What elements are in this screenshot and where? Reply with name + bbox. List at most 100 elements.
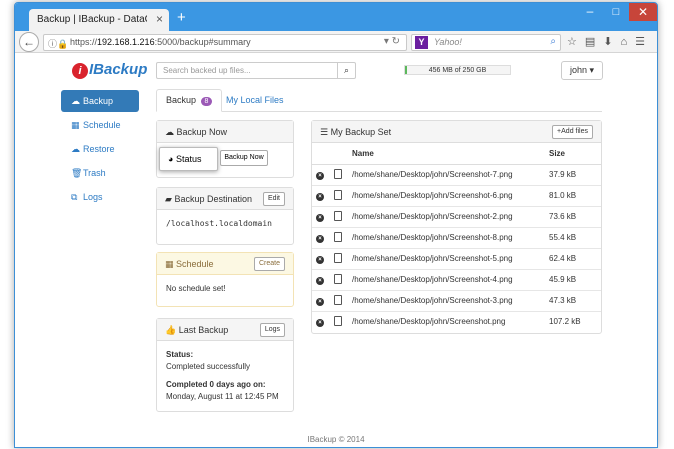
- tab-backup-label: Backup: [166, 95, 197, 105]
- remove-file-icon[interactable]: ×: [316, 255, 324, 264]
- file-size: 107.2 kB: [549, 317, 581, 327]
- minimize-button[interactable]: –: [577, 3, 603, 21]
- tab-backup[interactable]: Backup 8: [156, 89, 223, 112]
- url-prefix: https://: [70, 37, 98, 47]
- file-name: /home/shane/Desktop/john/Screenshot-4.pn…: [348, 269, 545, 291]
- file-size: 55.4 kB: [545, 227, 601, 249]
- user-name: john: [569, 65, 587, 75]
- reload-icon[interactable]: ▾ ↻: [384, 36, 400, 47]
- calendar-icon: ▦: [165, 259, 174, 269]
- new-tab-button[interactable]: +: [177, 10, 186, 25]
- sidebar-item-backup[interactable]: ☁ Backup: [61, 90, 139, 112]
- destination-value: /localhost.localdomain: [166, 219, 272, 228]
- remove-file-icon[interactable]: ×: [316, 213, 324, 222]
- page-content: i IBackup Search backed up files... ⌕ 456…: [15, 54, 657, 447]
- ibackup-logo[interactable]: i IBackup: [72, 61, 147, 79]
- status-value: Completed successfully: [166, 362, 251, 371]
- file-icon: [334, 273, 342, 284]
- cloud-upload-icon: ☁: [71, 96, 80, 106]
- backup-now-button[interactable]: Backup Now: [220, 150, 268, 166]
- table-row: × /home/shane/Desktop/john/Screenshot-4.p…: [312, 269, 601, 291]
- download-icon[interactable]: ⬇: [603, 36, 620, 48]
- create-schedule-button[interactable]: Create: [253, 257, 285, 271]
- remove-file-icon[interactable]: ×: [316, 297, 324, 306]
- tab-my-local-files[interactable]: My Local Files: [226, 89, 284, 112]
- file-name: /home/shane/Desktop/john/Screenshot-8.pn…: [348, 227, 545, 249]
- content-tabs: Backup 8 My Local Files: [156, 89, 602, 112]
- file-search-input[interactable]: Search backed up files...: [156, 62, 338, 79]
- backup-count-badge: 8: [200, 97, 213, 106]
- magnifier-icon: ⌕: [343, 65, 350, 75]
- file-search-button[interactable]: ⌕: [337, 62, 356, 79]
- browser-search-bar[interactable]: Y Yahoo! ⌕: [411, 34, 561, 51]
- file-rows: × /home/shane/Desktop/john/Screenshot-7.p…: [312, 164, 601, 332]
- storage-label: 456 MB of 250 GB: [428, 67, 487, 74]
- browser-tab-title: Backup | IBackup - DataCenter ...: [37, 14, 147, 25]
- footer-copyright: IBackup © 2014: [307, 435, 365, 444]
- sidebar: ☁ Backup ▦ Schedule ☁ Restore 🗑Trash ⧉ Logs: [61, 90, 139, 210]
- menu-icon[interactable]: ☰: [635, 36, 653, 48]
- backup-destination-title: Backup Destination: [174, 194, 252, 204]
- maximize-button[interactable]: □: [603, 3, 629, 21]
- home-icon[interactable]: ⌂: [621, 36, 636, 48]
- completed-value: Monday, August 11 at 12:45 PM: [166, 392, 279, 401]
- toolbar-icons: ☆▤⬇⌂☰: [567, 35, 653, 48]
- column-name: Name: [348, 143, 545, 165]
- backup-set-title: My Backup Set: [330, 127, 392, 137]
- table-row: × /home/shane/Desktop/john/Screenshot-3.p…: [312, 290, 601, 312]
- schedule-empty-text: No schedule set!: [166, 284, 226, 293]
- yahoo-icon[interactable]: Y: [415, 36, 428, 49]
- completed-heading: Completed 0 days ago on:: [166, 380, 266, 389]
- sidebar-item-schedule[interactable]: ▦ Schedule: [61, 114, 139, 136]
- backup-set-header: ☰ My Backup Set +Add files: [312, 121, 601, 143]
- file-icon: [334, 315, 342, 326]
- site-identity-icon[interactable]: ⓘ🔒: [48, 37, 68, 50]
- file-name: /home/shane/Desktop/john/Screenshot-7.pn…: [348, 164, 545, 186]
- sidebar-item-label: Schedule: [83, 120, 121, 130]
- tab-close-icon[interactable]: ×: [156, 12, 163, 26]
- remove-file-icon[interactable]: ×: [316, 171, 324, 180]
- reading-list-icon[interactable]: ▤: [585, 36, 603, 48]
- edit-destination-button[interactable]: Edit: [262, 192, 285, 206]
- back-button[interactable]: ←: [19, 32, 39, 52]
- navigation-bar: ← ⓘ🔒 https://192.168.1.216:5000/backup#s…: [15, 31, 657, 53]
- table-row: × /home/shane/Desktop/john/Screenshot-5.p…: [312, 248, 601, 270]
- list-icon: ☰: [320, 127, 329, 137]
- file-icon: [334, 168, 342, 179]
- cloud-upload-icon: ☁: [165, 127, 174, 137]
- remove-file-icon[interactable]: ×: [316, 192, 324, 201]
- remove-file-icon[interactable]: ×: [316, 318, 324, 327]
- user-menu-button[interactable]: john ▾: [561, 61, 603, 80]
- add-files-button[interactable]: +Add files: [552, 125, 593, 139]
- remove-file-icon[interactable]: ×: [316, 234, 324, 243]
- dashboard-icon: ◕: [168, 154, 174, 164]
- status-heading: Status:: [166, 350, 194, 359]
- file-size: 62.4 kB: [545, 248, 601, 270]
- sidebar-item-label: Trash: [83, 168, 106, 178]
- bookmark-star-icon[interactable]: ☆: [567, 36, 585, 48]
- trash-icon: 🗑: [71, 168, 83, 178]
- browser-tab[interactable]: Backup | IBackup - DataCenter ... ×: [29, 9, 169, 31]
- table-row: × /home/shane/Desktop/john/Screenshot-7.p…: [312, 164, 601, 186]
- backup-destination-header: ▰ Backup Destination Edit: [157, 188, 293, 210]
- file-name: /home/shane/Desktop/john/Screenshot-3.pn…: [348, 290, 545, 312]
- status-button[interactable]: ◕ Status: [159, 147, 218, 171]
- back-arrow-icon: ←: [23, 35, 35, 49]
- sidebar-item-restore[interactable]: ☁ Restore: [61, 138, 139, 160]
- sidebar-item-label: Restore: [83, 144, 115, 154]
- search-icon[interactable]: ⌕: [550, 36, 556, 47]
- close-window-button[interactable]: ✕: [629, 3, 657, 21]
- sidebar-item-trash[interactable]: 🗑Trash: [61, 162, 139, 184]
- backup-destination-panel: ▰ Backup Destination Edit /localhost.loc…: [156, 187, 294, 245]
- browser-window: Backup | IBackup - DataCenter ... × + – …: [14, 2, 658, 448]
- remove-file-icon[interactable]: ×: [316, 276, 324, 285]
- sidebar-item-label: Logs: [83, 192, 103, 202]
- file-size: 37.9 kB: [545, 164, 601, 186]
- tab-strip: Backup | IBackup - DataCenter ... × + – …: [15, 3, 657, 31]
- cloud-download-icon: ☁: [71, 144, 80, 154]
- file-icon: [334, 210, 342, 221]
- url-bar[interactable]: ⓘ🔒 https://192.168.1.216:5000/backup#sum…: [43, 34, 407, 51]
- sidebar-item-logs[interactable]: ⧉ Logs: [61, 186, 139, 208]
- sidebar-item-label: Backup: [83, 96, 114, 106]
- logs-button[interactable]: Logs: [259, 323, 285, 337]
